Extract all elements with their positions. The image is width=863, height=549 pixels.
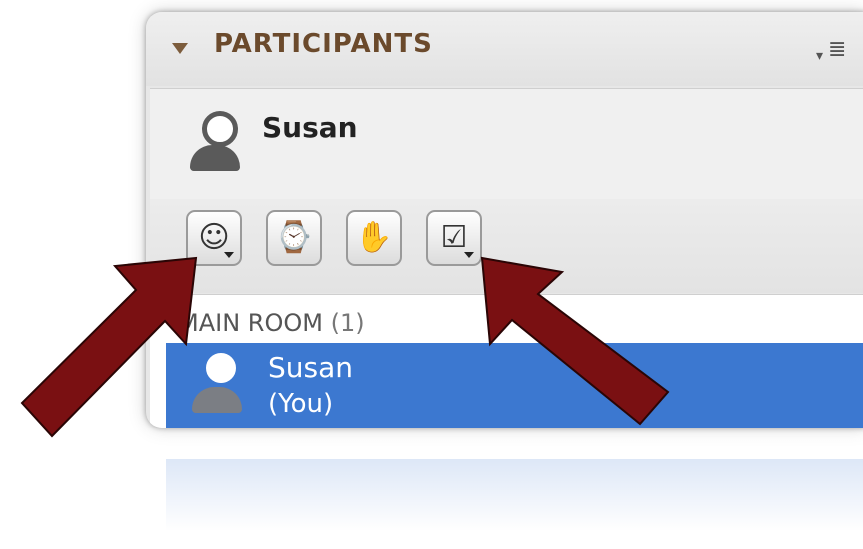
callout-arrows [20,256,670,438]
callout-arrow-right [480,256,670,426]
callout-arrow-left [20,256,198,438]
